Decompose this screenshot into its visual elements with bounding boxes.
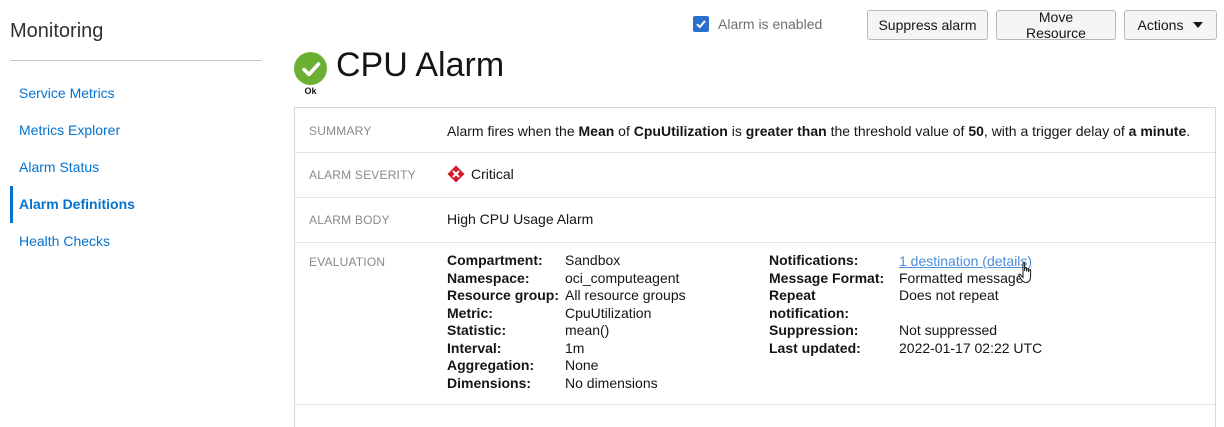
evaluation-row: EVALUATION Compartment: Sandbox Namespac… <box>295 243 1215 405</box>
move-resource-button[interactable]: Move Resource <box>996 9 1116 41</box>
actions-menu-button[interactable]: Actions <box>1124 10 1217 40</box>
summary-emphasis: greater than <box>745 123 827 139</box>
summary-emphasis: CpuUtilization <box>633 123 728 139</box>
last-updated-value: 2022-01-17 02:22 UTC <box>899 339 1043 356</box>
statistic-key: Statistic: <box>447 322 507 338</box>
sidebar-title: Monitoring <box>10 20 104 42</box>
checkmark-icon <box>301 61 320 76</box>
severity-text: Critical <box>471 166 514 182</box>
dimensions-value: No dimensions <box>565 374 658 391</box>
namespace-key: Namespace: <box>447 269 530 286</box>
sidebar-nav: Service Metrics Metrics Explorer Alarm S… <box>10 75 262 260</box>
alarm-details-panel: SUMMARY Alarm fires when the Mean of Cpu… <box>294 107 1216 427</box>
compartment-value: Sandbox <box>565 252 621 268</box>
sidebar-item-alarm-definitions[interactable]: Alarm Definitions <box>10 186 262 223</box>
compartment-key: Compartment: <box>447 252 543 268</box>
alarm-enabled-checkbox[interactable] <box>693 16 709 32</box>
actions-label: Actions <box>1137 17 1184 33</box>
repeat-key-line1: Repeat <box>769 287 816 303</box>
aggregation-key: Aggregation: <box>447 357 535 373</box>
sidebar-divider <box>10 60 262 61</box>
last-updated-key: Last updated: <box>769 339 861 356</box>
repeat-value: Does not repeat <box>899 287 999 303</box>
severity-row: ALARM SEVERITY Critical <box>295 153 1215 198</box>
severity-label: ALARM SEVERITY <box>309 168 416 182</box>
summary-emphasis: Mean <box>578 123 615 139</box>
metric-value: CpuUtilization <box>565 304 652 321</box>
summary-label: SUMMARY <box>309 124 372 138</box>
summary-row: SUMMARY Alarm fires when the Mean of Cpu… <box>295 108 1215 153</box>
critical-icon <box>447 165 465 183</box>
suppression-key: Suppression: <box>769 322 859 338</box>
summary-fragment: Alarm fires when the <box>447 123 579 139</box>
sidebar-item-service-metrics[interactable]: Service Metrics <box>10 75 262 112</box>
evaluation-label: EVALUATION <box>309 255 386 269</box>
summary-fragment: the threshold value of <box>826 123 969 139</box>
sidebar-item-health-checks[interactable]: Health Checks <box>10 223 262 260</box>
alarm-enabled-label: Alarm is enabled <box>718 16 823 32</box>
alarm-body-value: High CPU Usage Alarm <box>447 211 594 227</box>
chevron-down-icon <box>1193 22 1204 28</box>
metric-key: Metric: <box>447 304 493 321</box>
status-label: Ok <box>304 86 317 96</box>
summary-fragment: is <box>727 123 746 139</box>
summary-emphasis: 50 <box>968 123 984 139</box>
summary-fragment: . <box>1186 123 1191 139</box>
resource-group-key: Resource group: <box>447 287 560 303</box>
summary-text: Alarm fires when the Mean of CpuUtilizat… <box>447 123 1190 139</box>
interval-value: 1m <box>565 339 585 356</box>
page-title: CPU Alarm <box>336 46 505 84</box>
hand-pointer-icon <box>1018 262 1032 284</box>
notifications-details-link[interactable]: 1 destination (details) <box>899 253 1032 271</box>
sidebar-item-metrics-explorer[interactable]: Metrics Explorer <box>10 112 262 149</box>
message-format-value: Formatted message <box>899 269 1024 286</box>
repeat-key-line2: notification: <box>769 304 850 321</box>
summary-emphasis: a minute <box>1128 123 1187 139</box>
summary-fragment: of <box>614 123 634 139</box>
resource-group-value: All resource groups <box>565 287 686 303</box>
sidebar-item-alarm-status[interactable]: Alarm Status <box>10 149 262 186</box>
suppression-value: Not suppressed <box>899 322 998 338</box>
alarm-enabled-toggle[interactable]: Alarm is enabled <box>693 16 822 32</box>
dimensions-key: Dimensions: <box>447 374 532 391</box>
message-format-key: Message Format: <box>769 269 885 286</box>
aggregation-value: None <box>565 357 599 373</box>
interval-key: Interval: <box>447 339 502 356</box>
suppress-alarm-button[interactable]: Suppress alarm <box>867 10 988 40</box>
check-icon <box>696 20 706 29</box>
statistic-value: mean() <box>565 322 610 338</box>
notifications-key: Notifications: <box>769 252 859 268</box>
namespace-value: oci_computeagent <box>565 269 680 286</box>
summary-fragment: , with a trigger delay of <box>983 123 1129 139</box>
ok-status-icon <box>294 52 327 85</box>
severity-value: Critical <box>447 165 514 184</box>
alarm-body-label: ALARM BODY <box>309 213 390 227</box>
alarm-body-row: ALARM BODY High CPU Usage Alarm <box>295 198 1215 243</box>
